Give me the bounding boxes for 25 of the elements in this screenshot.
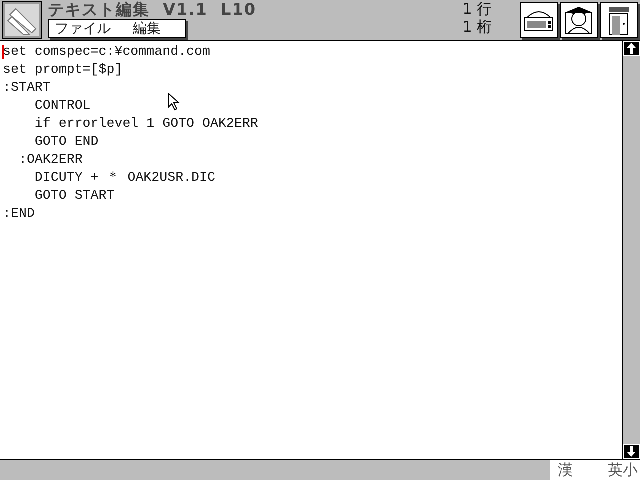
pen-logo-icon[interactable] [2,1,42,39]
menu-item[interactable]: ファイル [55,20,111,38]
code-line: :START [3,79,51,97]
mouse-pointer-icon [168,93,180,111]
code-line: if errorlevel 1 GOTO OAK2ERR [34,115,258,133]
line-position: 1 行 [462,0,492,18]
keyboard-icon[interactable] [520,2,558,38]
char-mode-indicator: 英小 [608,460,638,480]
code-line: GOTO START [34,187,115,205]
code-line: set comspec=c:¥command.com [3,43,210,61]
scroll-down-button[interactable] [623,444,640,459]
code-line: GOTO END [34,133,99,151]
menu-item[interactable]: 編集 [133,20,161,38]
scrollbar[interactable] [622,41,640,459]
exit-door-icon[interactable] [600,2,638,38]
graduate-figure-icon[interactable] [560,2,598,38]
window-title: テキスト編集 V1.1 L10 [48,0,256,19]
code-line: :OAK2ERR [18,151,83,169]
code-line: set prompt=[$p] [3,61,123,79]
code-line: DICUTY + ＊ OAK2USR.DIC [34,169,216,187]
column-position: 1 桁 [462,18,492,36]
scroll-up-button[interactable] [623,41,640,56]
code-line: :END [3,205,35,223]
code-line: CONTROL [34,97,91,115]
kanji-mode-indicator: 漢 [558,460,573,480]
